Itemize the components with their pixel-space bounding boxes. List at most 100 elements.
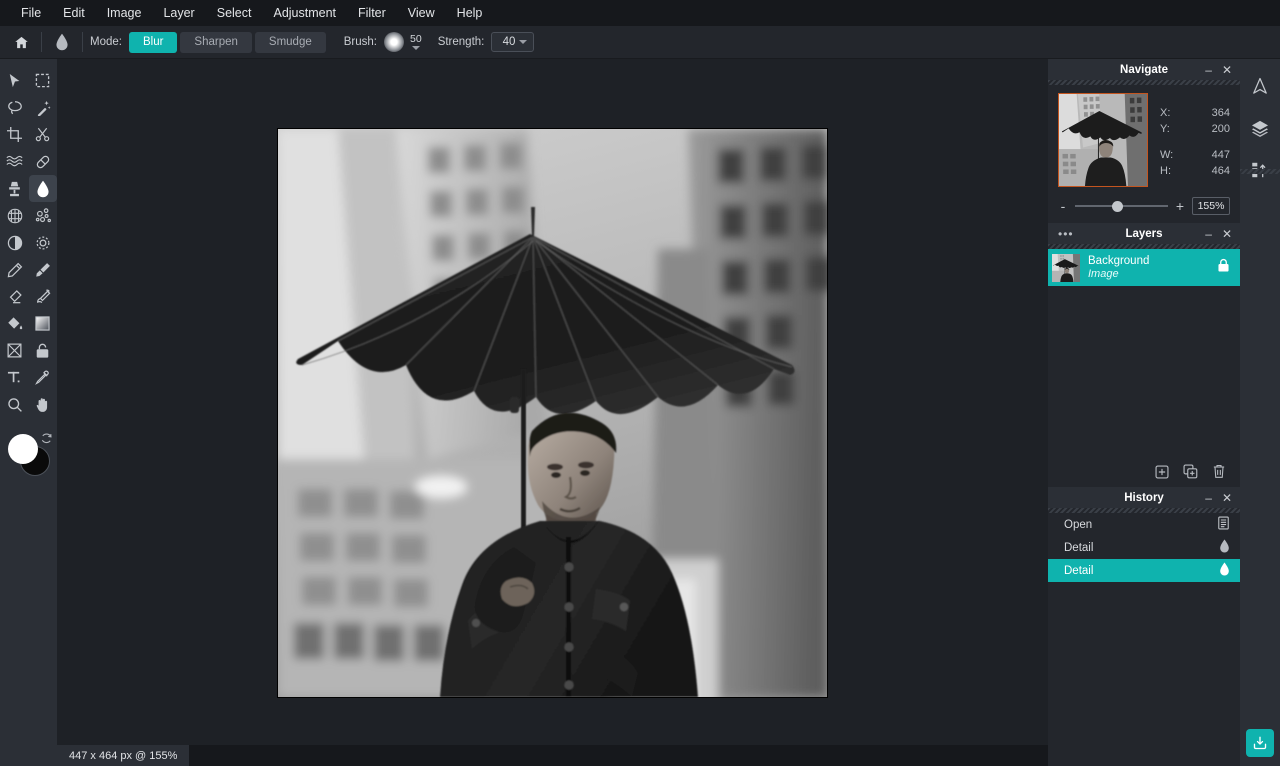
droplet-icon xyxy=(1219,562,1230,579)
stat-x-value: 364 xyxy=(1190,105,1230,121)
paint-bucket-tool[interactable] xyxy=(1,310,29,337)
foreground-color-swatch[interactable] xyxy=(8,434,38,464)
layers-list: Background Image xyxy=(1048,249,1240,461)
chevron-down-icon xyxy=(519,40,527,44)
move-tool[interactable] xyxy=(1,67,29,94)
export-button[interactable] xyxy=(1246,729,1274,757)
lock-tool[interactable] xyxy=(29,337,57,364)
close-icon[interactable]: ✕ xyxy=(1222,492,1232,504)
marquee-select-tool[interactable] xyxy=(29,67,57,94)
mode-blur-button[interactable]: Blur xyxy=(129,32,177,53)
mode-sharpen-button[interactable]: Sharpen xyxy=(180,32,251,53)
eraser-tool[interactable] xyxy=(1,283,29,310)
menu-file[interactable]: File xyxy=(10,3,52,24)
paintbrush-tool[interactable] xyxy=(29,256,57,283)
artboard[interactable] xyxy=(278,129,827,697)
menu-adjustment[interactable]: Adjustment xyxy=(262,3,347,24)
padlock-icon[interactable] xyxy=(1217,258,1230,278)
history-item[interactable]: Detail xyxy=(1048,559,1240,582)
menu-select[interactable]: Select xyxy=(206,3,263,24)
layer-info: Background Image xyxy=(1088,254,1209,281)
menu-help[interactable]: Help xyxy=(446,3,494,24)
navigate-thumbnail[interactable] xyxy=(1058,93,1148,187)
lasso-tool[interactable] xyxy=(1,94,29,121)
menu-layer[interactable]: Layer xyxy=(152,3,205,24)
layers-panel-title: Layers xyxy=(1125,228,1162,240)
menu-bar: File Edit Image Layer Select Adjustment … xyxy=(0,0,1280,26)
heal-tool[interactable] xyxy=(29,148,57,175)
contrast-tool[interactable] xyxy=(1,229,29,256)
zoom-in-button[interactable]: + xyxy=(1175,199,1185,213)
stat-h-value: 464 xyxy=(1190,163,1230,179)
minimize-icon[interactable]: – xyxy=(1205,228,1212,240)
duplicate-layer-button[interactable] xyxy=(1183,464,1198,484)
layers-rail-button[interactable] xyxy=(1247,115,1273,141)
toolbar-divider-1 xyxy=(41,32,42,52)
tool-grid xyxy=(0,67,57,418)
smudge-brush-tool[interactable] xyxy=(29,283,57,310)
toolbar-divider-2 xyxy=(82,32,83,52)
ellipsis-icon[interactable]: ••• xyxy=(1058,228,1074,240)
stat-y: Y: 200 xyxy=(1160,121,1230,137)
navigate-panel-title: Navigate xyxy=(1120,64,1168,76)
mesh-tool[interactable] xyxy=(1,202,29,229)
gradient-tool[interactable] xyxy=(29,310,57,337)
minimize-icon[interactable]: – xyxy=(1205,64,1212,76)
stat-h-key: H: xyxy=(1160,163,1190,179)
stat-y-key: Y: xyxy=(1160,121,1190,137)
history-list: Open Detail Detail xyxy=(1048,513,1240,582)
navigate-rail-button[interactable] xyxy=(1247,73,1273,99)
liquify-tool[interactable] xyxy=(1,148,29,175)
zoom-slider[interactable] xyxy=(1075,199,1168,213)
mode-smudge-button[interactable]: Smudge xyxy=(255,32,326,53)
brush-size-stepper[interactable]: 50 xyxy=(410,34,422,50)
menu-image[interactable]: Image xyxy=(96,3,153,24)
home-icon[interactable] xyxy=(8,29,34,55)
strength-dropdown[interactable]: 40 xyxy=(491,32,534,52)
magic-wand-tool[interactable] xyxy=(29,94,57,121)
transform-tool[interactable] xyxy=(1,337,29,364)
pencil-tool[interactable] xyxy=(1,256,29,283)
history-panel-title: History xyxy=(1124,492,1164,504)
add-layer-button[interactable] xyxy=(1155,465,1169,484)
brush-label: Brush: xyxy=(344,36,377,48)
navigate-stats: X: 364 Y: 200 W: 447 H: 464 xyxy=(1160,93,1230,187)
scatter-tool[interactable] xyxy=(29,202,57,229)
minimize-icon[interactable]: – xyxy=(1205,492,1212,504)
canvas-area[interactable]: 447 x 464 px @ 155% xyxy=(57,59,1048,766)
right-icon-rail xyxy=(1240,59,1280,766)
stat-w-key: W: xyxy=(1160,147,1190,163)
pan-tool[interactable] xyxy=(29,391,57,418)
history-item[interactable]: Detail xyxy=(1048,536,1240,559)
clone-stamp-tool[interactable] xyxy=(1,175,29,202)
menu-edit[interactable]: Edit xyxy=(52,3,96,24)
zoom-level-input[interactable]: 155% xyxy=(1192,197,1230,215)
image-editor-window: File Edit Image Layer Select Adjustment … xyxy=(0,0,1280,766)
eyedropper-tool[interactable] xyxy=(29,364,57,391)
menu-filter[interactable]: Filter xyxy=(347,3,397,24)
layer-thumbnail xyxy=(1052,254,1080,282)
effects-tool[interactable] xyxy=(29,229,57,256)
delete-layer-button[interactable] xyxy=(1212,464,1226,484)
close-icon[interactable]: ✕ xyxy=(1222,64,1232,76)
droplet-icon xyxy=(1219,539,1230,556)
menu-view[interactable]: View xyxy=(397,3,446,24)
layer-row[interactable]: Background Image xyxy=(1048,249,1240,286)
stat-x: X: 364 xyxy=(1160,105,1230,121)
zoom-slider-handle[interactable] xyxy=(1112,201,1123,212)
layer-name: Background xyxy=(1088,254,1209,268)
strength-value: 40 xyxy=(503,36,516,48)
blur-tool[interactable] xyxy=(29,175,57,202)
navigate-panel-header: Navigate – ✕ xyxy=(1048,59,1240,80)
zoom-tool[interactable] xyxy=(1,391,29,418)
zoom-out-button[interactable]: - xyxy=(1058,199,1068,213)
text-tool[interactable] xyxy=(1,364,29,391)
brush-preview[interactable] xyxy=(384,32,404,52)
history-item[interactable]: Open xyxy=(1048,513,1240,536)
crop-tool[interactable] xyxy=(1,121,29,148)
close-icon[interactable]: ✕ xyxy=(1222,228,1232,240)
cut-tool[interactable] xyxy=(29,121,57,148)
right-panel-column: Navigate – ✕ xyxy=(1048,59,1240,766)
swap-arrow-icon[interactable] xyxy=(40,432,53,450)
layer-action-bar xyxy=(1048,461,1240,487)
